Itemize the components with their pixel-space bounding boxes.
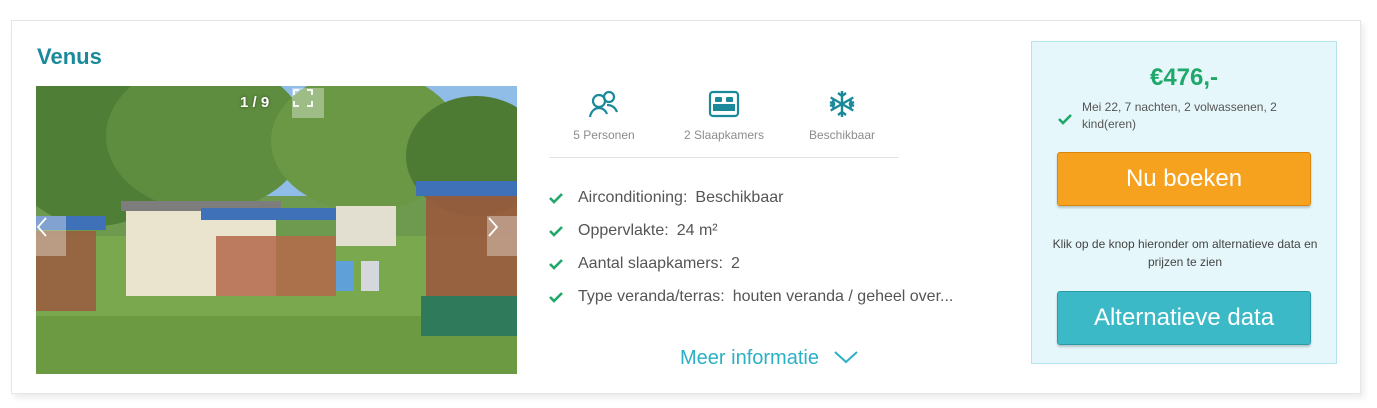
feature-bedrooms-label: 2 Slaapkamers: [683, 128, 765, 142]
checkmark-icon: [549, 258, 563, 270]
list-item: Aantal slaapkamers: 2: [549, 247, 1009, 280]
property-list: Airconditioning: Beschikbaar Oppervlakte:…: [549, 181, 1009, 313]
photo-counter: 1 / 9: [240, 94, 270, 111]
feature-aircon-label: Beschikbaar: [808, 128, 876, 142]
bed-icon: [669, 86, 779, 122]
feature-persons-label: 5 Personen: [573, 128, 635, 142]
photo-gallery[interactable]: 1 / 9: [36, 86, 517, 374]
gallery-photo: [36, 86, 517, 374]
checkmark-icon: [549, 225, 563, 237]
price-box: €476,- Mei 22, 7 nachten, 2 volwassenen,…: [1031, 41, 1337, 364]
more-info-link[interactable]: Meer informatie: [680, 347, 859, 370]
feature-bedrooms: 2 Slaapkamers: [669, 86, 779, 142]
feature-icons: 5 Personen 2 Slaapkamers Beschikbaar: [549, 86, 899, 158]
list-item: Airconditioning: Beschikbaar: [549, 181, 1009, 214]
fullscreen-icon[interactable]: [292, 88, 324, 118]
prev-photo-arrow[interactable]: [36, 216, 66, 256]
snowflake-icon: [787, 86, 897, 122]
feature-aircon: Beschikbaar: [787, 86, 897, 142]
feature-persons: 5 Personen: [549, 86, 659, 142]
alternative-info-text: Klik op de knop hieronder om alternatiev…: [1052, 237, 1318, 269]
price: €476,-: [1149, 64, 1219, 91]
next-photo-arrow[interactable]: [487, 216, 517, 256]
checkmark-icon: [549, 291, 563, 303]
list-item: Type veranda/terras: houten veranda / geh…: [549, 280, 1009, 313]
checkmark-icon: [549, 192, 563, 204]
chevron-down-icon[interactable]: [833, 347, 859, 370]
list-item: Oppervlakte: 24 m²: [549, 214, 1009, 247]
accommodation-card: Venus 1 / 9 5 Personen 2 Slaapkamers Bes…: [11, 20, 1361, 394]
checkmark-icon: [1058, 112, 1072, 130]
book-now-button[interactable]: Nu boeken: [1057, 152, 1311, 206]
persons-icon: [549, 86, 659, 122]
alternative-dates-button[interactable]: Alternatieve data: [1057, 291, 1311, 345]
accommodation-title: Venus: [37, 44, 102, 69]
booking-details: Mei 22, 7 nachten, 2 volwassenen, 2 kind…: [1082, 100, 1277, 131]
